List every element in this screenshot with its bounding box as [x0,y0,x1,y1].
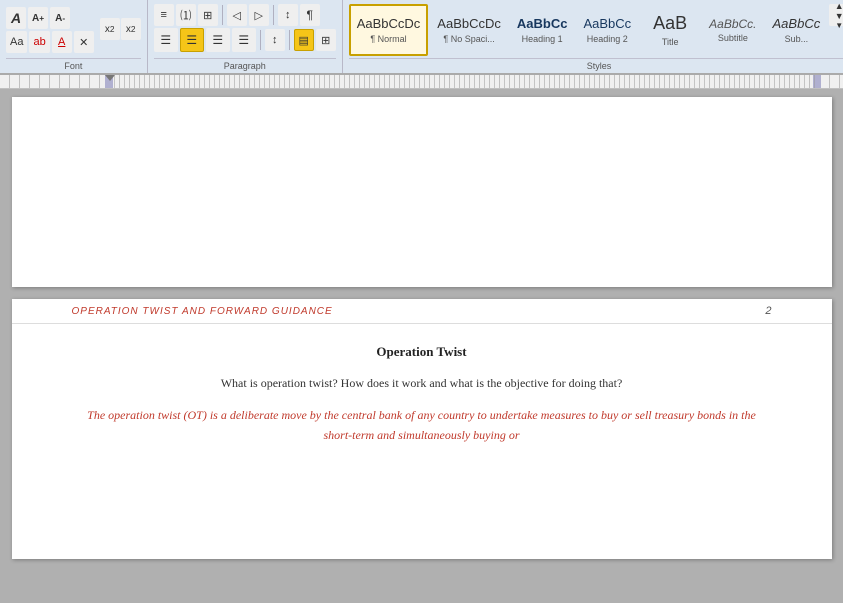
align-right-btn[interactable]: ☰ [206,28,230,52]
style-normal-preview: AaBbCcDc [357,16,421,32]
font-color-btn[interactable]: A [52,31,72,53]
paragraph-group-label: Paragraph [154,58,336,71]
ruler-ticks [105,75,821,88]
font-italic-btn[interactable]: A [6,7,26,29]
page-2: OPERATION TWIST AND FORWARD GUIDANCE 2 O… [12,299,832,559]
doc-question: What is operation twist? How does it wor… [72,376,772,391]
style-title-btn[interactable]: AaB Title [640,4,700,56]
multilevel-btn[interactable]: ⊞ [198,4,218,26]
align-left-btn[interactable]: ☰ [154,28,178,52]
style-subtitle-preview: AaBbCc. [709,17,756,31]
style-heading1-preview: AaBbCc [517,16,568,32]
style-heading1-btn[interactable]: AaBbCc Heading 1 [510,4,575,56]
page-header-title: OPERATION TWIST AND FORWARD GUIDANCE [72,306,333,317]
superscript-btn[interactable]: x2 [100,18,120,40]
font-size-down-btn[interactable]: A- [50,7,70,29]
style-heading2-btn[interactable]: AaBbCc Heading 2 [576,4,638,56]
font-size-up-btn[interactable]: A+ [28,7,48,29]
style-title-label: Title [662,37,679,47]
page-number: 2 [765,305,771,317]
style-heading2-preview: AaBbCc [583,16,631,32]
doc-body: The operation twist (OT) is a deliberate… [72,405,772,446]
line-spacing-btn[interactable]: ↕ [265,29,285,51]
ribbon: A A+ A- Aa ab A ✕ x2 x2 [0,0,843,75]
decrease-indent-btn[interactable]: ◁ [227,4,247,26]
style-subtitle-label: Subtitle [718,33,748,43]
font-group: A A+ A- Aa ab A ✕ x2 x2 [0,0,148,73]
style-normal-label: ¶ Normal [370,34,406,44]
font-group-label: Font [6,58,141,71]
page-1-content [12,97,832,157]
more-styles-btn[interactable]: ▲ ▼ ▼ [829,4,843,26]
change-case-btn[interactable]: Aa [6,31,27,53]
style-sub-btn[interactable]: AaBbCc Sub... [766,4,828,56]
align-center-btn[interactable]: ☰ [180,28,204,52]
increase-indent-btn[interactable]: ▷ [249,4,269,26]
justify-btn[interactable]: ☰ [232,28,256,52]
para-mark-btn[interactable]: ¶ [300,4,320,26]
doc-heading: Operation Twist [72,344,772,360]
bullets-btn[interactable]: ≡ [154,4,174,26]
shading-btn[interactable]: ▤ [294,29,314,51]
style-heading2-label: Heading 2 [587,34,628,44]
style-nospacing-btn[interactable]: AaBbCcDc ¶ No Spaci... [430,4,508,56]
document-area: OPERATION TWIST AND FORWARD GUIDANCE 2 O… [0,89,843,603]
numbered-btn[interactable]: ⑴ [176,4,196,26]
highlight-btn[interactable]: ab [29,31,49,53]
clear-format-btn[interactable]: ✕ [74,31,94,53]
style-heading1-label: Heading 1 [522,34,563,44]
page-2-content[interactable]: Operation Twist What is operation twist?… [12,324,832,476]
style-nospacing-preview: AaBbCcDc [437,16,501,32]
style-normal-btn[interactable]: AaBbCcDc ¶ Normal [349,4,429,56]
sort-btn[interactable]: ↕ [278,4,298,26]
borders-btn[interactable]: ⊞ [316,29,336,51]
style-sub-preview: AaBbCc [773,16,821,32]
styles-group: AaBbCcDc ¶ Normal AaBbCcDc ¶ No Spaci...… [343,0,843,73]
style-sub-label: Sub... [785,34,809,44]
ruler [0,75,843,89]
style-nospacing-label: ¶ No Spaci... [443,34,494,44]
paragraph-group: ≡ ⑴ ⊞ ◁ ▷ ↕ ¶ ☰ ☰ ☰ ☰ ↕ [148,0,343,73]
page-2-header: OPERATION TWIST AND FORWARD GUIDANCE 2 [12,299,832,324]
styles-group-label: Styles [349,58,843,71]
style-title-preview: AaB [653,13,687,35]
page-1 [12,97,832,287]
subscript-btn[interactable]: x2 [121,18,141,40]
style-subtitle-btn[interactable]: AaBbCc. Subtitle [702,4,763,56]
